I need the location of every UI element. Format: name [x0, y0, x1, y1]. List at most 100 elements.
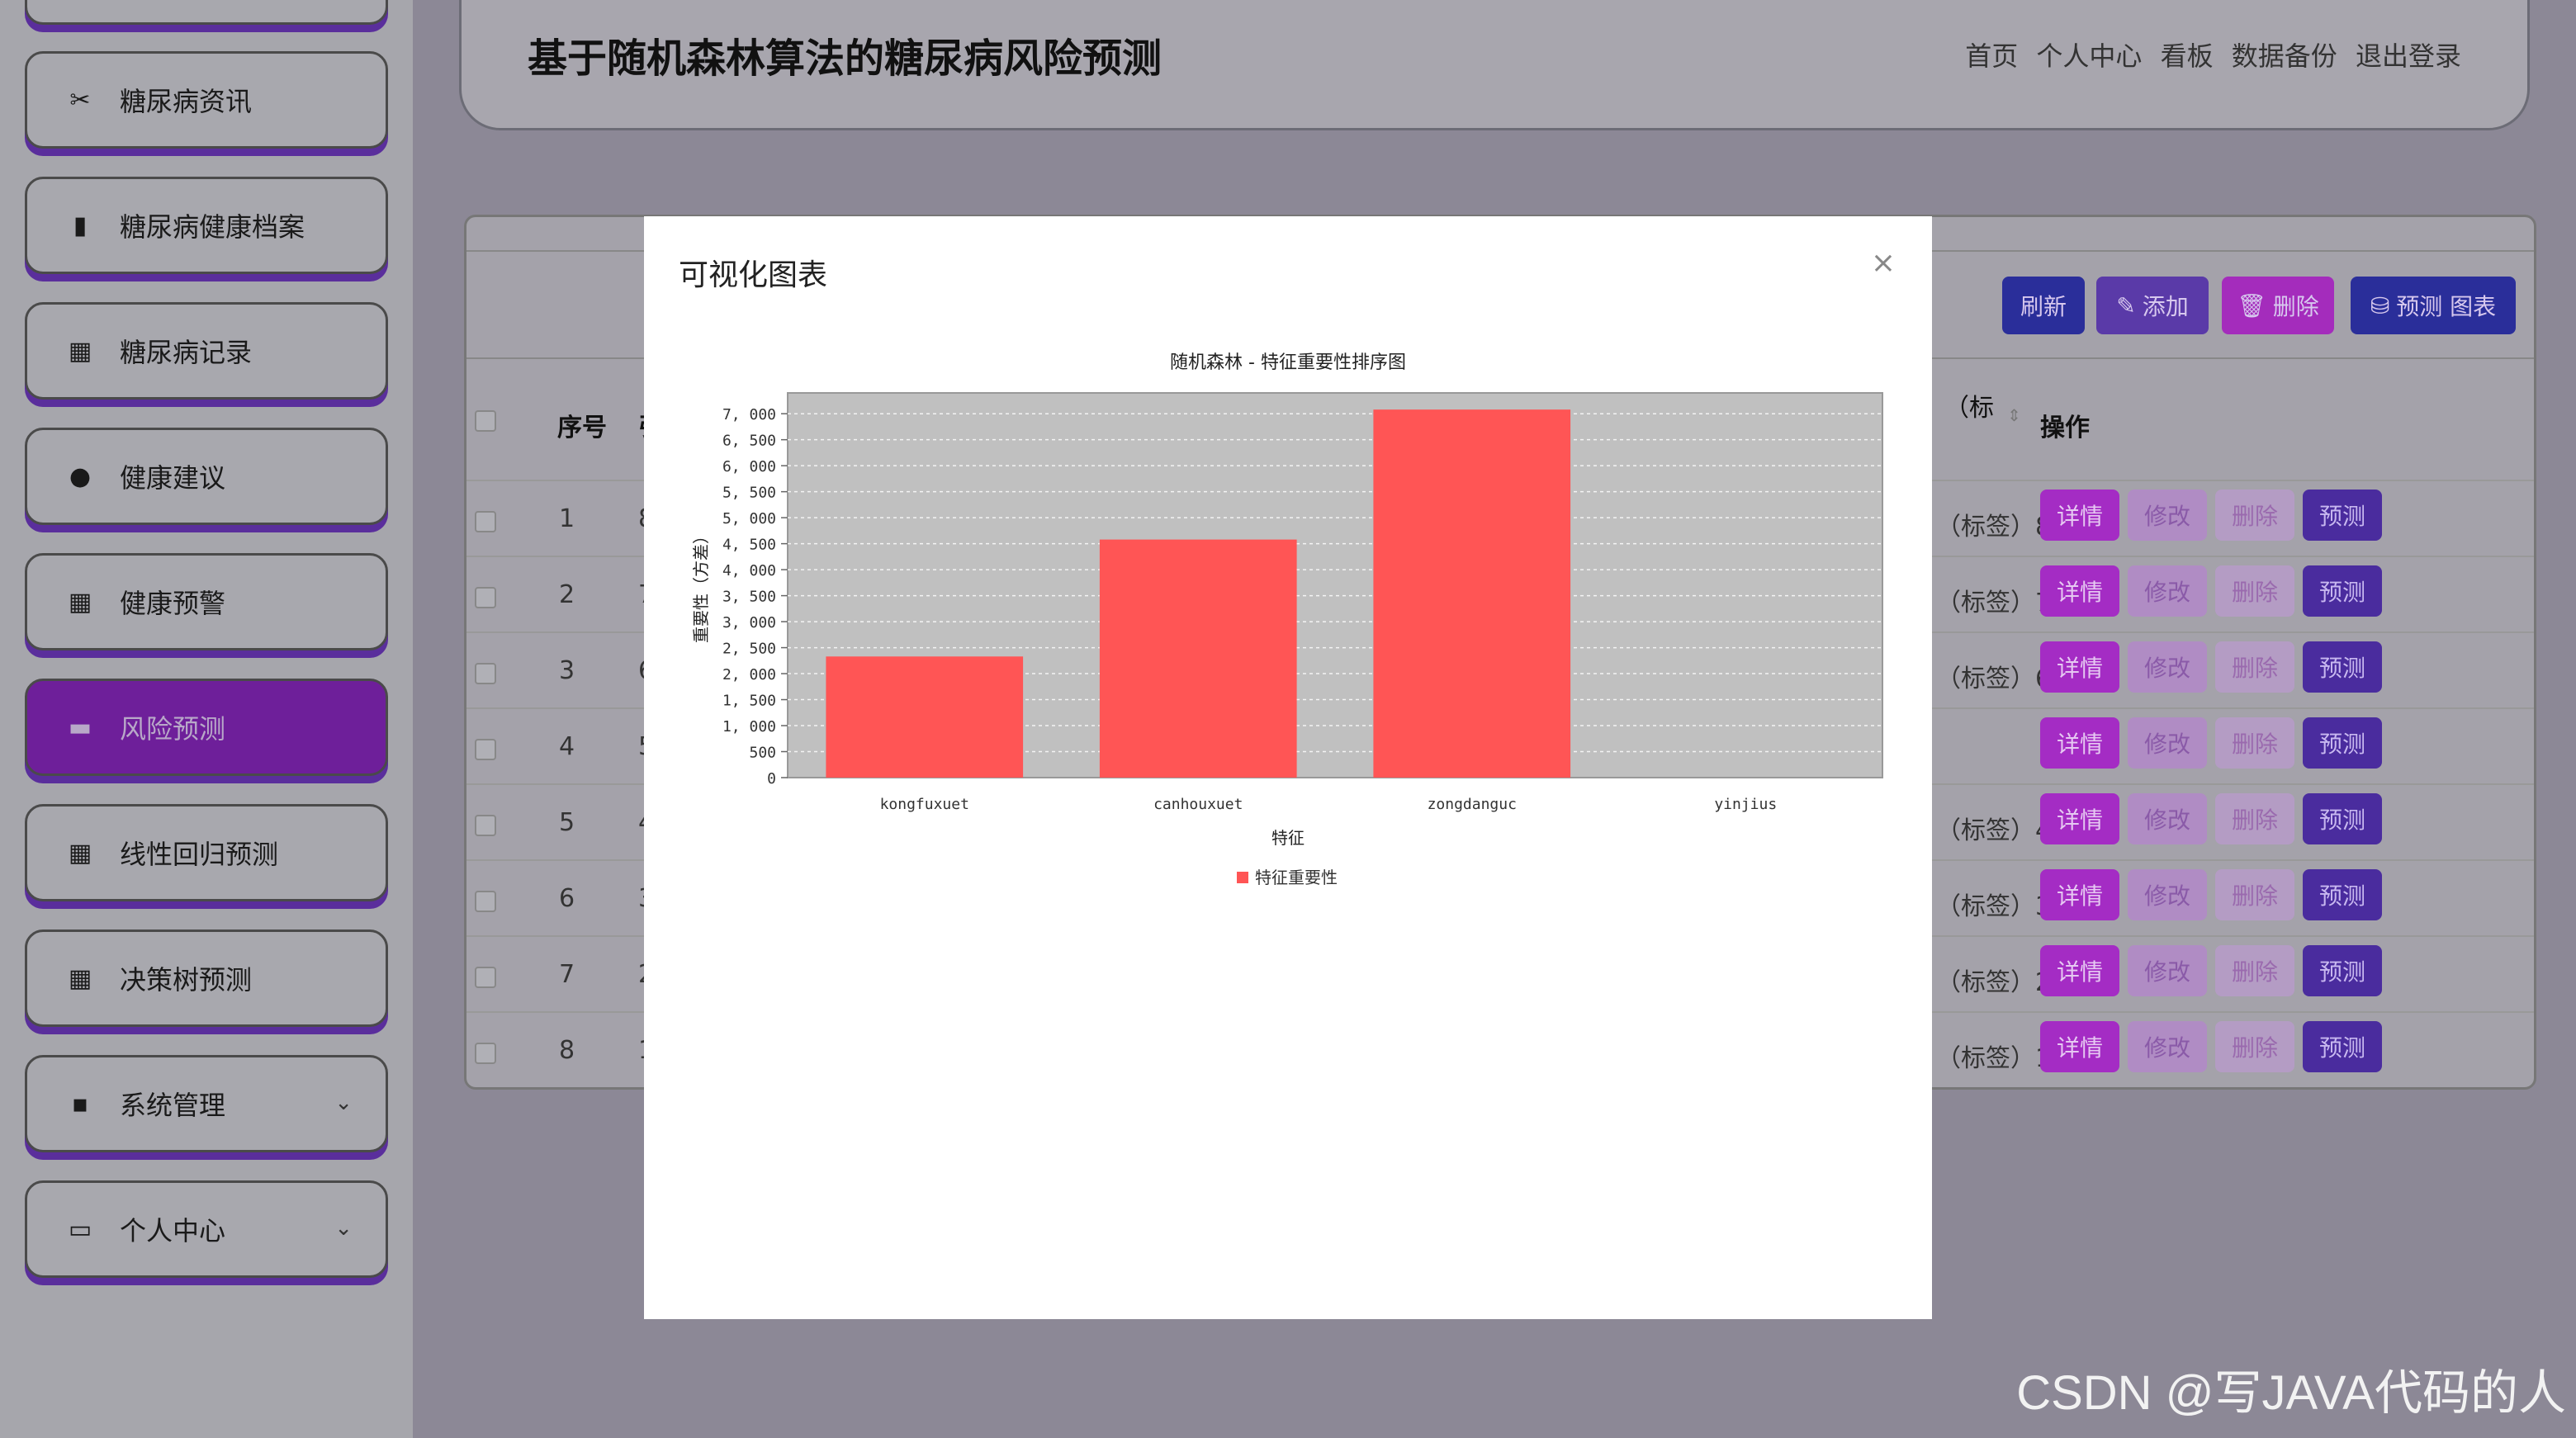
database-icon: ⛁ [2370, 291, 2390, 319]
nav-logout[interactable]: 退出登录 [2356, 40, 2461, 72]
detail-button[interactable]: 详情 [2040, 945, 2119, 996]
detail-button[interactable]: 详情 [2040, 641, 2119, 693]
sidebar-item-personal-center[interactable]: ▭ 个人中心 ⌄ [25, 1180, 388, 1278]
row-delete-button[interactable]: 删除 [2215, 793, 2294, 844]
x-tick-label: kongfuxuet [880, 796, 969, 813]
y-tick-label: 2, 500 [722, 641, 776, 658]
predict-button[interactable]: 预测 [2303, 793, 2382, 844]
sidebar-item-diabetes-records[interactable]: ▦ 糖尿病记录 [25, 302, 388, 400]
edit-icon: ✎ [2116, 291, 2136, 319]
predict-button[interactable]: 预测 [2303, 717, 2382, 769]
detail-button[interactable]: 详情 [2040, 793, 2119, 844]
edit-button[interactable]: 修改 [2128, 641, 2207, 693]
row-delete-button[interactable]: 删除 [2215, 490, 2294, 541]
x-tick-label: canhouxuet [1153, 796, 1243, 813]
row-checkbox[interactable] [475, 511, 496, 532]
detail-button[interactable]: 详情 [2040, 717, 2119, 769]
row-label-cell: （标签）2 [1936, 968, 2052, 997]
row-index: 2 [559, 580, 575, 609]
row-checkbox[interactable] [475, 739, 496, 760]
sidebar-item-risk-prediction[interactable]: ▬ 风险预测 [25, 679, 388, 776]
ticket-icon: ✂ [69, 85, 91, 115]
sidebar-item-decision-tree[interactable]: ▦ 决策树预测 [25, 929, 388, 1027]
y-tick-label: 5, 000 [722, 510, 776, 527]
sort-icon[interactable]: ⇕ [2007, 405, 2021, 425]
row-checkbox[interactable] [475, 815, 496, 836]
row-checkbox[interactable] [475, 891, 496, 912]
predict-button[interactable]: 预测 [2303, 945, 2382, 996]
grid-icon: ▦ [68, 336, 92, 366]
sidebar-item-partial[interactable] [25, 0, 388, 25]
row-delete-button[interactable]: 删除 [2215, 869, 2294, 920]
sidebar-item-system-management[interactable]: ▪ 系统管理 ⌄ [25, 1055, 388, 1152]
y-axis-label: 重要性（方差） [691, 527, 711, 643]
refresh-label: 刷新 [2020, 293, 2067, 320]
predict-button[interactable]: 预测 [2303, 1021, 2382, 1072]
y-tick-label: 1, 500 [722, 693, 776, 710]
row-checkbox[interactable] [475, 587, 496, 608]
edit-button[interactable]: 修改 [2128, 1021, 2207, 1072]
y-tick-label: 7, 000 [722, 406, 776, 423]
y-tick-label: 6, 500 [722, 433, 776, 450]
page-title: 基于随机森林算法的糖尿病风险预测 [528, 35, 1163, 82]
top-nav: 首页 个人中心 看板 数据备份 退出登录 [1955, 35, 2461, 73]
row-checkbox[interactable] [475, 967, 496, 988]
feature-importance-chart: 随机森林 - 特征重要性排序图 0 500 1, 000 1, 500 2, 000 2, … [691, 352, 1883, 887]
edit-button[interactable]: 修改 [2128, 565, 2207, 617]
desktop-icon: ▬ [68, 712, 92, 742]
chevron-down-icon: ⌄ [334, 1090, 353, 1115]
sidebar-item-health-advice[interactable]: ● 健康建议 [25, 428, 388, 525]
sidebar-item-label: 线性回归预测 [120, 839, 279, 870]
bar [826, 656, 1024, 778]
prediction-chart-button[interactable]: ⛁ 预测 图表 [2351, 277, 2516, 334]
edit-button[interactable]: 修改 [2128, 490, 2207, 541]
edit-button[interactable]: 修改 [2128, 945, 2207, 996]
sidebar-item-label: 个人中心 [120, 1215, 226, 1246]
sidebar-item-linear-regression[interactable]: ▦ 线性回归预测 [25, 804, 388, 901]
nav-home[interactable]: 首页 [1965, 40, 2018, 72]
sidebar-item-label: 决策树预测 [120, 964, 253, 996]
column-header-index: 序号 [557, 414, 607, 442]
delete-button[interactable]: 🗑 删除 [2222, 277, 2334, 334]
sidebar-item-health-warning[interactable]: ▦ 健康预警 [25, 553, 388, 650]
row-delete-button[interactable]: 删除 [2215, 1021, 2294, 1072]
y-tick-label: 4, 500 [722, 537, 776, 554]
add-button[interactable]: ✎ 添加 [2096, 277, 2209, 334]
detail-button[interactable]: 详情 [2040, 869, 2119, 920]
row-delete-button[interactable]: 删除 [2215, 717, 2294, 769]
row-delete-button[interactable]: 删除 [2215, 641, 2294, 693]
chart-title: 随机森林 - 特征重要性排序图 [1170, 352, 1406, 373]
y-tick-label: 3, 000 [722, 614, 776, 631]
predict-button[interactable]: 预测 [2303, 869, 2382, 920]
sidebar-item-diabetes-news[interactable]: ✂ 糖尿病资讯 [25, 51, 388, 149]
sidebar-item-label: 风险预测 [120, 713, 226, 745]
edit-button[interactable]: 修改 [2128, 869, 2207, 920]
y-tick-label: 0 [767, 770, 776, 788]
sidebar-item-health-archive[interactable]: ▮ 糖尿病健康档案 [25, 177, 388, 274]
header-bar: 基于随机森林算法的糖尿病风险预测 首页 个人中心 看板 数据备份 退出登录 [459, 0, 2530, 130]
row-checkbox[interactable] [475, 663, 496, 684]
nav-dashboard[interactable]: 看板 [2161, 40, 2214, 72]
select-all-checkbox[interactable] [475, 410, 496, 432]
row-checkbox[interactable] [475, 1043, 496, 1064]
detail-button[interactable]: 详情 [2040, 1021, 2119, 1072]
sidebar-item-label: 糖尿病健康档案 [120, 211, 305, 243]
y-tick-label: 3, 500 [722, 589, 776, 606]
row-delete-button[interactable]: 删除 [2215, 945, 2294, 996]
edit-button[interactable]: 修改 [2128, 793, 2207, 844]
edit-button[interactable]: 修改 [2128, 717, 2207, 769]
y-tick-label: 4, 000 [722, 562, 776, 579]
nav-data-backup[interactable]: 数据备份 [2232, 40, 2337, 72]
refresh-button[interactable]: 刷新 [2002, 277, 2085, 334]
nav-personal-center[interactable]: 个人中心 [2036, 40, 2142, 72]
predict-button[interactable]: 预测 [2303, 565, 2382, 617]
row-delete-button[interactable]: 删除 [2215, 565, 2294, 617]
predict-button[interactable]: 预测 [2303, 490, 2382, 541]
predict-button[interactable]: 预测 [2303, 641, 2382, 693]
detail-button[interactable]: 详情 [2040, 565, 2119, 617]
row-index: 8 [559, 1036, 575, 1065]
detail-button[interactable]: 详情 [2040, 490, 2119, 541]
y-tick-label: 500 [749, 745, 776, 762]
x-axis-label: 特征 [1271, 828, 1305, 848]
delete-label: 删除 [2272, 293, 2319, 320]
